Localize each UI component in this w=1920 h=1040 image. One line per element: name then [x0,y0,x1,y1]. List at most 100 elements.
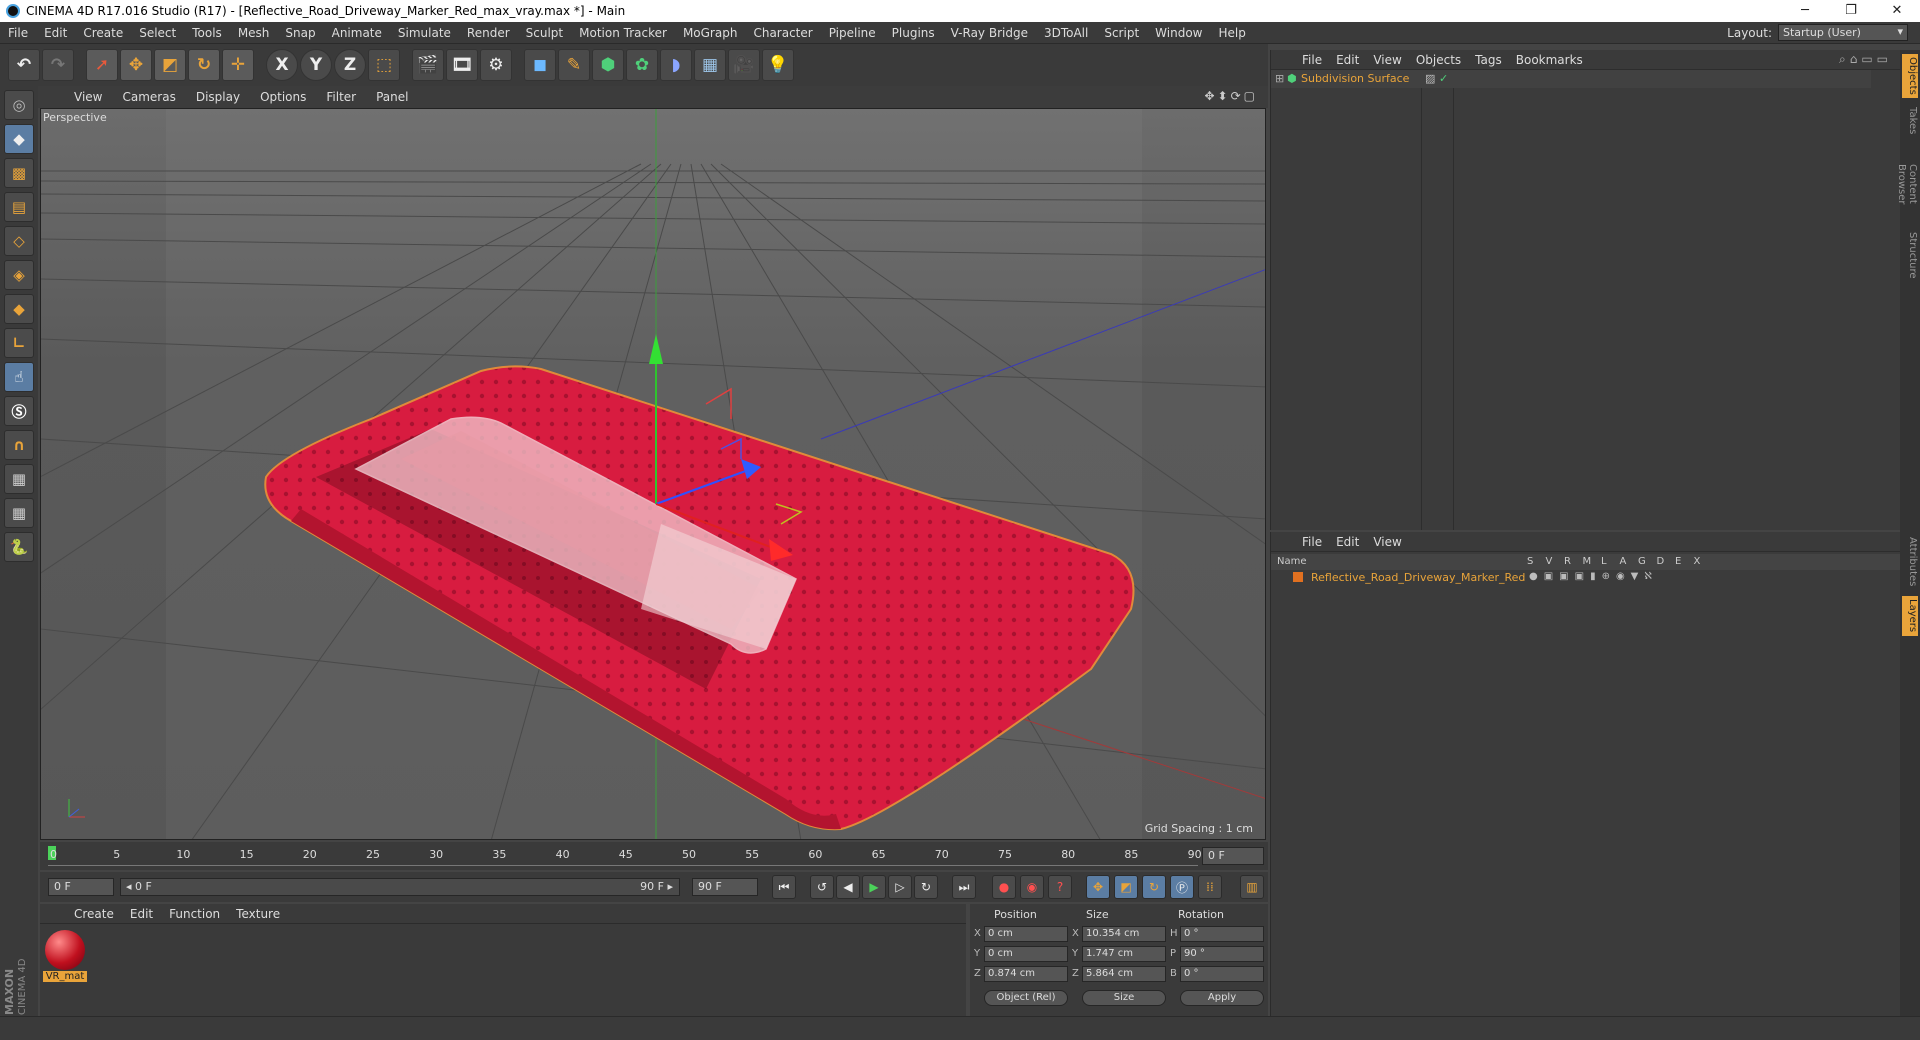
key-parameter-icon[interactable]: Ⓟ [1170,875,1194,899]
render-settings-icon[interactable]: ⚙ [480,49,512,81]
start-frame-field[interactable]: 0 F [48,878,114,896]
key-position-icon[interactable]: ✥ [1086,875,1110,899]
viewport-menu-options[interactable]: Options [250,90,316,104]
material-swatch[interactable]: VR_mat [43,928,87,986]
object-menu-objects[interactable]: Objects [1409,53,1468,67]
timeline-ruler[interactable]: 0 5 10 15 20 25 30 35 40 45 50 55 60 65 70 75 80 85 90 0 F [40,842,1268,870]
timeline-window-icon[interactable]: ▥ [1240,875,1264,899]
menu-help[interactable]: Help [1210,26,1253,40]
record-active-icon[interactable]: ● [992,875,1016,899]
cube-icon[interactable]: ◼ [524,49,556,81]
y-axis-icon[interactable]: Y [300,49,332,81]
viewport-menu-cameras[interactable]: Cameras [112,90,185,104]
previous-frame-icon[interactable]: ◀ [836,875,860,899]
menu-plugins[interactable]: Plugins [884,26,943,40]
pos-z-field[interactable]: 0.874 cm [984,966,1068,982]
tab-layers[interactable]: Layers [1902,596,1918,636]
viewport-navigation-icons[interactable]: ✥⬍⟳▢ [1204,89,1258,103]
layer-column-x[interactable]: X [1694,556,1701,567]
menu-character[interactable]: Character [745,26,820,40]
next-frame-icon[interactable]: ▷ [888,875,912,899]
rot-b-field[interactable]: 0 ° [1180,966,1264,982]
perspective-viewport[interactable]: Perspective Grid Spacing : 1 cm [40,108,1266,840]
x-axis-icon[interactable]: X [266,49,298,81]
layer-column-m[interactable]: M [1583,556,1592,567]
menu-sculpt[interactable]: Sculpt [518,26,571,40]
array-icon[interactable]: ✿ [626,49,658,81]
solo-icon[interactable]: Ⓢ [4,396,34,426]
frame-range-slider[interactable]: ◂ 0 F 90 F ▸ [120,878,680,896]
close-button[interactable]: ✕ [1874,0,1920,22]
material-menu-function[interactable]: Function [161,907,228,921]
layout-dropdown[interactable]: Startup (User) [1778,24,1908,41]
menu-tools[interactable]: Tools [184,26,230,40]
render-picture-viewer-icon[interactable]: 🎞 [446,49,478,81]
layer-column-s[interactable]: S [1527,556,1533,567]
enabled-check-icon[interactable]: ✓ [1439,72,1448,85]
python-icon[interactable]: 🐍 [4,532,34,562]
object-menu-view[interactable]: View [1366,53,1408,67]
undo-icon[interactable]: ↶ [8,49,40,81]
tab-takes[interactable]: Takes [1902,104,1918,138]
apply-button[interactable]: Apply [1180,990,1264,1006]
menu-vray-bridge[interactable]: V-Ray Bridge [943,26,1036,40]
pos-y-field[interactable]: 0 cm [984,946,1068,962]
menu-simulate[interactable]: Simulate [390,26,459,40]
axis-mode-icon[interactable]: ∟ [4,328,34,358]
move-icon[interactable]: ✥ [120,49,152,81]
restore-button[interactable]: ❐ [1828,0,1874,22]
layer-column-a[interactable]: A [1620,556,1627,567]
scale-icon[interactable]: ◩ [154,49,186,81]
tab-objects[interactable]: Objects [1902,54,1918,98]
visibility-toggle-icon[interactable]: ▨ [1425,72,1435,85]
object-menu-bookmarks[interactable]: Bookmarks [1509,53,1590,67]
layer-column-v[interactable]: V [1546,556,1553,567]
tab-attributes[interactable]: Attributes [1902,534,1918,590]
autokey-icon[interactable]: ◉ [1020,875,1044,899]
texture-mode-icon[interactable]: ▩ [4,158,34,188]
render-view-icon[interactable]: 🎬 [412,49,444,81]
redo-icon[interactable]: ↷ [42,49,74,81]
object-menu-file[interactable]: File [1295,53,1329,67]
end-frame-field[interactable]: 90 F [692,878,758,896]
size-x-field[interactable]: 10.354 cm [1082,926,1166,942]
menu-file[interactable]: File [0,26,36,40]
tab-structure[interactable]: Structure [1902,230,1918,280]
size-z-field[interactable]: 5.864 cm [1082,966,1166,982]
lock-workplane-icon[interactable]: ▦ [4,464,34,494]
object-menu-tags[interactable]: Tags [1468,53,1509,67]
menu-3dtoall[interactable]: 3DToAll [1036,26,1096,40]
workplane-icon[interactable]: ▤ [4,192,34,222]
points-mode-icon[interactable]: ◇ [4,226,34,256]
menu-snap[interactable]: Snap [277,26,323,40]
key-scale-icon[interactable]: ◩ [1114,875,1138,899]
menu-render[interactable]: Render [459,26,518,40]
viewport-menu-display[interactable]: Display [186,90,250,104]
pos-x-field[interactable]: 0 cm [984,926,1068,942]
make-editable-icon[interactable]: ◎ [4,90,34,120]
layer-menu-view[interactable]: View [1366,535,1408,549]
polygons-mode-icon[interactable]: ◆ [4,294,34,324]
menu-animate[interactable]: Animate [324,26,390,40]
expand-icon[interactable]: ⊞ [1275,72,1284,85]
object-manager-search-icon[interactable]: ⌕⌂▭▭ [1839,52,1892,67]
menu-script[interactable]: Script [1096,26,1147,40]
menu-mesh[interactable]: Mesh [230,26,278,40]
size-y-field[interactable]: 1.747 cm [1082,946,1166,962]
layer-menu-file[interactable]: File [1295,535,1329,549]
layer-color-swatch[interactable] [1293,572,1303,582]
layer-column-d[interactable]: D [1657,556,1665,567]
menu-edit[interactable]: Edit [36,26,75,40]
material-menu-edit[interactable]: Edit [122,907,161,921]
size-mode-dropdown[interactable]: Size [1082,990,1166,1006]
z-axis-icon[interactable]: Z [334,49,366,81]
rot-p-field[interactable]: 90 ° [1180,946,1264,962]
menu-select[interactable]: Select [131,26,184,40]
live-move-icon[interactable]: ✛ [222,49,254,81]
viewport-menu-panel[interactable]: Panel [366,90,418,104]
deformer-icon[interactable]: ◗ [660,49,692,81]
go-to-end-icon[interactable]: ⏭ [952,875,976,899]
menu-mograph[interactable]: MoGraph [675,26,746,40]
model-mode-icon[interactable]: ◆ [4,124,34,154]
rot-h-field[interactable]: 0 ° [1180,926,1264,942]
